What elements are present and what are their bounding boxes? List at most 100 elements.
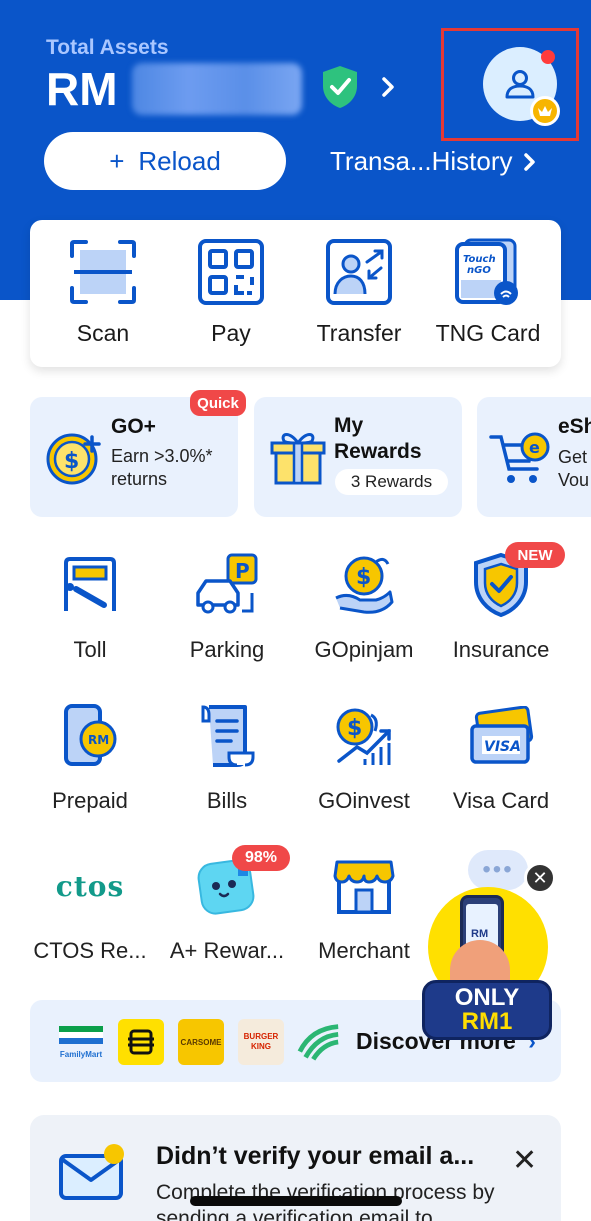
quick-action-label: Transfer	[316, 320, 402, 346]
qr-code-icon	[198, 239, 264, 305]
svg-text:RM: RM	[88, 733, 109, 747]
ctos-logo-text: ctos	[55, 869, 125, 903]
user-icon	[505, 70, 535, 99]
service-label: Parking	[189, 637, 265, 662]
transaction-history-link[interactable]: Transa...History	[330, 146, 537, 177]
transfer-icon	[326, 239, 392, 305]
total-assets-row[interactable]: RM •••••	[46, 62, 396, 116]
home-indicator[interactable]	[190, 1196, 402, 1206]
service-label: GOpinjam	[314, 637, 414, 662]
prepaid-icon: RM	[50, 696, 130, 776]
reload-button[interactable]: + Reload	[44, 132, 286, 190]
promo-goplus-sub1: Earn >3.0%*	[111, 446, 213, 466]
tng-partner-logo	[118, 1019, 164, 1065]
familymart-label: FamilyMart	[59, 1049, 103, 1059]
ad-line2: RM1	[461, 1008, 513, 1035]
promo-goplus-sub2: returns	[111, 469, 168, 489]
currency-label: RM	[46, 63, 118, 115]
burger-king-logo: BURGER KING	[238, 1019, 284, 1065]
promo-rewards-title2: Rewards	[334, 440, 422, 463]
plus-icon: +	[109, 145, 125, 176]
close-icon: ✕	[512, 1144, 538, 1177]
percentage-badge: 98%	[232, 845, 290, 871]
service-label: Merchant	[318, 938, 410, 963]
close-verify-button[interactable]: ✕	[512, 1143, 537, 1178]
burger-king-word1: BURGER	[243, 1032, 279, 1041]
svg-text:P: P	[235, 559, 250, 583]
service-label: Toll	[73, 637, 107, 662]
hidden-balance-amount: •••••	[131, 63, 302, 115]
bills-icon	[187, 696, 267, 776]
chevron-right-icon	[380, 76, 396, 103]
quick-action-scan[interactable]: Scan	[38, 238, 168, 347]
service-merchant[interactable]: Merchant	[294, 846, 434, 964]
floating-promo-ad[interactable]: ••• RM ONLY RM1 ✕	[420, 850, 560, 1040]
transaction-history-label: Transa...History	[330, 146, 513, 176]
close-ad-button[interactable]: ✕	[524, 862, 556, 894]
cart-icon: e	[489, 432, 550, 483]
quick-action-pay[interactable]: Pay	[166, 238, 296, 347]
svg-text:VISA: VISA	[484, 739, 521, 755]
quick-actions-card: Scan Pay Transfer Touch nGO TNG Card	[30, 220, 561, 367]
promo-rewards-title1: My	[334, 414, 364, 437]
service-label: Bills	[206, 788, 248, 813]
svg-text:Touch: Touch	[463, 254, 496, 265]
service-label: Prepaid	[52, 788, 128, 813]
gopinjam-icon: $	[324, 545, 404, 625]
service-ctos[interactable]: ctos CTOS Re...	[20, 846, 160, 964]
gift-icon	[270, 433, 326, 485]
goinvest-icon: $	[324, 696, 404, 776]
more-dots-icon: •••	[468, 850, 528, 890]
service-visa-card[interactable]: VISA Visa Card	[431, 696, 571, 814]
quick-action-transfer[interactable]: Transfer	[294, 238, 424, 347]
only-rm1-banner: ONLY RM1	[422, 980, 552, 1040]
quick-action-label: Scan	[76, 320, 130, 346]
merchant-icon	[324, 846, 404, 926]
promo-rewards-card[interactable]: My Rewards	[254, 397, 462, 517]
crown-icon	[530, 96, 560, 126]
service-label: GOinvest	[318, 788, 410, 813]
service-bills[interactable]: Bills	[157, 696, 297, 814]
svg-text:$: $	[347, 716, 362, 741]
promo-goplus-title: GO+	[111, 415, 156, 438]
total-assets-label: Total Assets	[46, 36, 169, 59]
mail-icon	[58, 1142, 128, 1207]
reload-label: Reload	[138, 145, 221, 176]
visa-card-icon: VISA	[461, 696, 541, 776]
ctos-icon: ctos	[50, 846, 130, 926]
svg-text:$: $	[356, 565, 371, 590]
quick-badge: Quick	[190, 390, 246, 416]
service-prepaid[interactable]: RM Prepaid	[20, 696, 160, 814]
service-label: CTOS Re...	[33, 938, 147, 963]
parking-icon: P	[187, 545, 267, 625]
familymart-logo: FamilyMart	[58, 1019, 104, 1065]
coin-plus-icon: $	[46, 433, 101, 485]
svg-text:e: e	[529, 438, 540, 457]
ad-rm-label: RM	[471, 928, 489, 940]
verify-email-title: Didn’t verify your email a...	[156, 1142, 475, 1170]
quick-action-tng-card[interactable]: Touch nGO TNG Card	[423, 238, 553, 347]
service-label: A+ Rewar...	[169, 938, 285, 963]
swirl-partner-logo	[296, 1019, 342, 1065]
rewards-count-pill: 3 Rewards	[335, 469, 448, 495]
close-icon: ✕	[532, 867, 548, 888]
service-gopinjam[interactable]: $ GOpinjam	[294, 545, 434, 663]
svg-text:nGO: nGO	[467, 265, 491, 276]
service-parking[interactable]: P Parking	[157, 545, 297, 663]
svg-text:$: $	[64, 449, 79, 474]
carsome-logo: CARSOME	[178, 1019, 224, 1065]
new-badge: NEW	[505, 542, 565, 568]
burger-king-word2: KING	[251, 1042, 271, 1051]
service-toll[interactable]: Toll	[20, 545, 160, 663]
promo-eshop-sub1: Get	[558, 447, 588, 467]
shield-check-icon	[320, 64, 360, 115]
service-label: Insurance	[452, 637, 550, 662]
quick-action-label: TNG Card	[435, 320, 541, 346]
service-label: Visa Card	[452, 788, 550, 813]
toll-icon	[50, 545, 130, 625]
scan-icon	[70, 240, 136, 304]
quick-action-label: Pay	[211, 320, 251, 346]
notification-dot	[541, 50, 555, 64]
service-goinvest[interactable]: $ GOinvest	[294, 696, 434, 814]
promo-eshop-sub2: Vou	[558, 470, 590, 490]
